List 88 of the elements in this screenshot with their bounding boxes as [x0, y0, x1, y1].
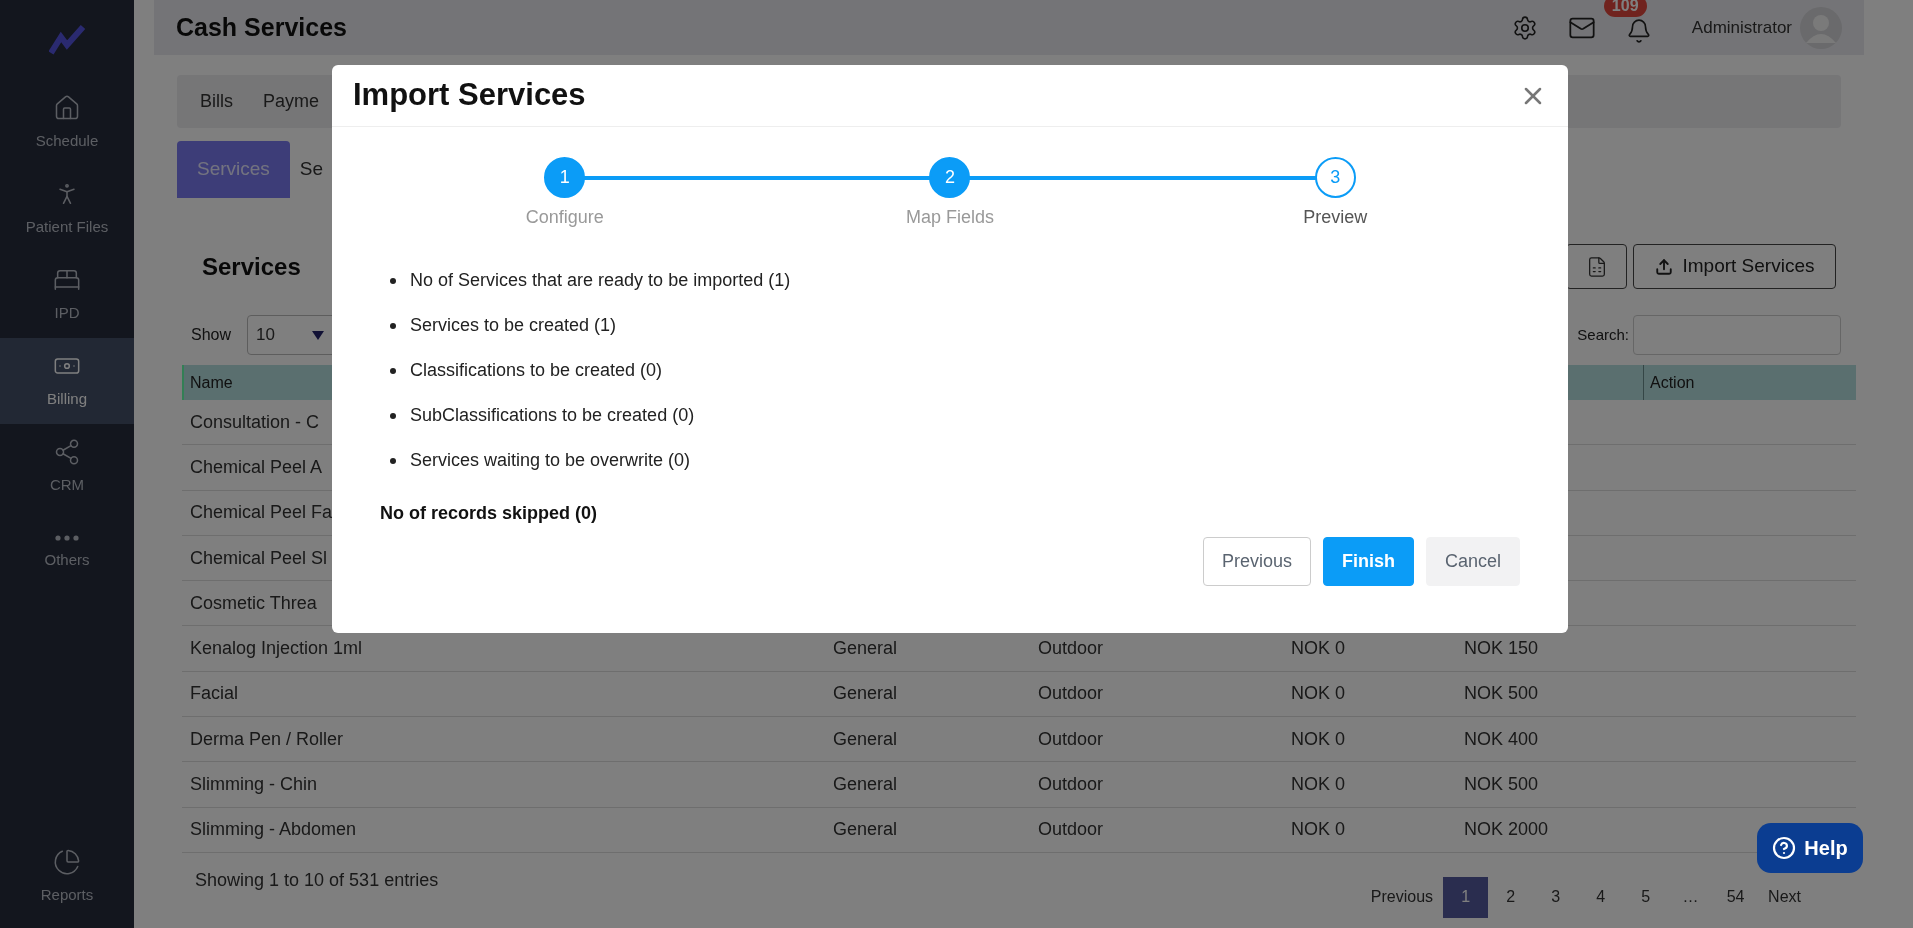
entries-info: Showing 1 to 10 of 531 entries [195, 868, 439, 892]
bullet-icon [390, 457, 396, 464]
page-button[interactable]: Previous [1360, 876, 1444, 918]
dialog-button[interactable]: Finish [1322, 537, 1414, 586]
page-button[interactable]: Next [1758, 876, 1811, 918]
table-cell: General [833, 683, 898, 704]
bullet-icon [390, 367, 396, 374]
summary-item: Classifications to be created (0) [410, 359, 663, 382]
upload-icon [1654, 257, 1673, 276]
table-cell: Outdoor [1038, 774, 1104, 794]
pie-chart-icon [53, 847, 81, 876]
table-cell: NOK 500 [1464, 774, 1539, 794]
table-cell: NOK 150 [1464, 638, 1539, 659]
search-field[interactable] [1633, 315, 1841, 355]
sidebar-item[interactable]: Others [0, 510, 134, 596]
page-button[interactable]: 5 [1623, 876, 1669, 918]
home-icon [53, 93, 81, 122]
table-cell: NOK 0 [1291, 728, 1346, 749]
sidebar-item[interactable]: Patient Files [0, 166, 134, 252]
page-button[interactable]: … [1668, 876, 1714, 918]
page-button[interactable]: 54 [1713, 876, 1759, 918]
sidebar-item[interactable]: Billing [0, 338, 134, 424]
dialog-button[interactable]: Previous [1202, 537, 1311, 586]
page-button[interactable]: 4 [1578, 876, 1624, 918]
bullet-icon [390, 322, 396, 329]
section-title: Services [202, 251, 301, 282]
table-cell: Slimming - Abdomen [190, 819, 357, 840]
table-cell: General [833, 728, 898, 749]
sidebar-item[interactable]: IPD [0, 252, 134, 338]
logo-icon [49, 25, 85, 55]
summary-item: SubClassifications to be created (0) [410, 404, 695, 427]
table-cell: General [833, 774, 898, 794]
page-button[interactable]: 3 [1533, 876, 1579, 918]
table-cell: Outdoor [1038, 683, 1104, 704]
table-cell: Chemical Peel Fa [190, 502, 333, 523]
table-cell: Facial [190, 683, 238, 704]
nodes-icon [53, 437, 81, 466]
tab[interactable]: Bills [197, 88, 236, 115]
tab[interactable]: Se [293, 141, 330, 198]
step-label: Preview [1303, 206, 1368, 229]
table-cell: Chemical Peel Sl [190, 547, 328, 568]
table-cell: Chemical Peel A [190, 456, 323, 477]
sidebar-item[interactable]: CRM [0, 424, 134, 510]
table-cell: NOK 2000 [1464, 819, 1549, 840]
summary-item: No of Services that are ready to be imported (1) [410, 269, 791, 292]
bullet-icon [390, 412, 396, 419]
skipped-count: No of records skipped (0) [380, 502, 598, 525]
help-icon [1772, 836, 1797, 860]
table-cell: General [833, 819, 898, 840]
user-name: Administrator [1691, 16, 1792, 39]
notification-badge: 109 [1603, 0, 1647, 17]
show-label: Show [191, 325, 232, 345]
summary-item: Services to be created (1) [410, 314, 617, 337]
table-cell: Consultation - C [190, 411, 320, 432]
table-cell: Slimming - Chin [190, 774, 318, 794]
sidebar-item[interactable]: Schedule [0, 80, 134, 166]
step-label: Map Fields [905, 206, 994, 229]
page-button[interactable]: 2 [1488, 876, 1534, 918]
more-icon [55, 534, 79, 541]
import-button[interactable]: Import Services [1633, 244, 1836, 289]
dialog-title: Import Services [353, 76, 586, 115]
table-cell: Outdoor [1038, 819, 1104, 840]
table-cell: NOK 0 [1291, 683, 1346, 704]
table-cell: NOK 0 [1291, 638, 1346, 659]
bullet-icon [390, 277, 396, 284]
table-cell: NOK 0 [1291, 819, 1346, 840]
settings-icon[interactable] [1511, 14, 1538, 41]
help-button[interactable]: Help [1757, 823, 1863, 873]
column-header: Name [190, 373, 233, 391]
page-button[interactable]: 1 [1443, 876, 1489, 918]
sidebar-item[interactable]: Reports [0, 834, 134, 920]
table-cell: NOK 0 [1291, 774, 1346, 794]
table-cell: Outdoor [1038, 638, 1104, 659]
table-cell: Kenalog Injection 1ml [190, 638, 363, 659]
table-cell: NOK 400 [1464, 728, 1539, 749]
page-title: Cash Services [176, 11, 347, 43]
table-cell: Outdoor [1038, 728, 1104, 749]
column-header: Action [1650, 373, 1695, 391]
dialog-button[interactable]: Cancel [1425, 537, 1520, 586]
table-cell: Cosmetic Threa [190, 592, 317, 613]
search-label: Search: [1577, 324, 1629, 345]
caret-icon [312, 330, 325, 340]
table-cell: Derma Pen / Roller [190, 728, 344, 749]
summary-item: Services waiting to be overwrite (0) [410, 449, 691, 472]
table-cell: NOK 500 [1464, 683, 1539, 704]
step-label: Configure [525, 206, 604, 229]
tab[interactable]: Payme [260, 88, 323, 115]
table-cell: General [833, 638, 898, 659]
